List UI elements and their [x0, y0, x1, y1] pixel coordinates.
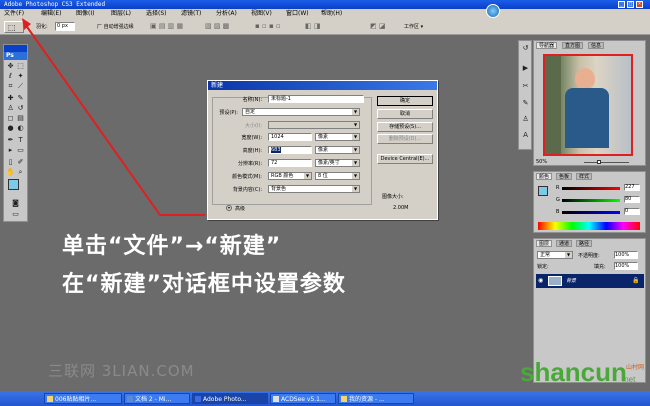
taskbar-item-1-label: 006贴贴相片... [55, 396, 97, 403]
taskbar-item-5-label: 我的资源 - ... [349, 396, 385, 403]
acdsee-icon [273, 396, 279, 402]
taskbar-item-3-label: Adobe Photo... [203, 396, 247, 403]
taskbar-item-2-label: 文档 2 - Mi... [135, 396, 172, 403]
word-icon [127, 396, 133, 402]
taskbar: 006贴贴相片... 文档 2 - Mi... Adobe Photo... A… [0, 391, 650, 406]
taskbar-item-4-label: ACDSee v5.1... [281, 396, 326, 403]
taskbar-item-4[interactable]: ACDSee v5.1... [270, 393, 336, 404]
taskbar-item-2[interactable]: 文档 2 - Mi... [124, 393, 190, 404]
folder-icon [341, 396, 347, 402]
taskbar-item-1[interactable]: 006贴贴相片... [44, 393, 122, 404]
taskbar-item-5[interactable]: 我的资源 - ... [338, 393, 414, 404]
watermark-left: 三联网 3LIAN.COM [48, 362, 195, 380]
photoshop-icon [195, 396, 201, 402]
annotation-arrow [22, 18, 205, 216]
caption-line-1: 单击“文件”→“新建” [62, 234, 282, 259]
caption-line-2: 在“新建”对话框中设置参数 [62, 272, 346, 297]
watermark-right-net: .net [622, 375, 636, 384]
watermark-right: shancun [520, 357, 627, 387]
watermark-right-cn: 山村网 [626, 364, 645, 371]
taskbar-item-3[interactable]: Adobe Photo... [192, 393, 268, 404]
folder-icon [47, 396, 53, 402]
